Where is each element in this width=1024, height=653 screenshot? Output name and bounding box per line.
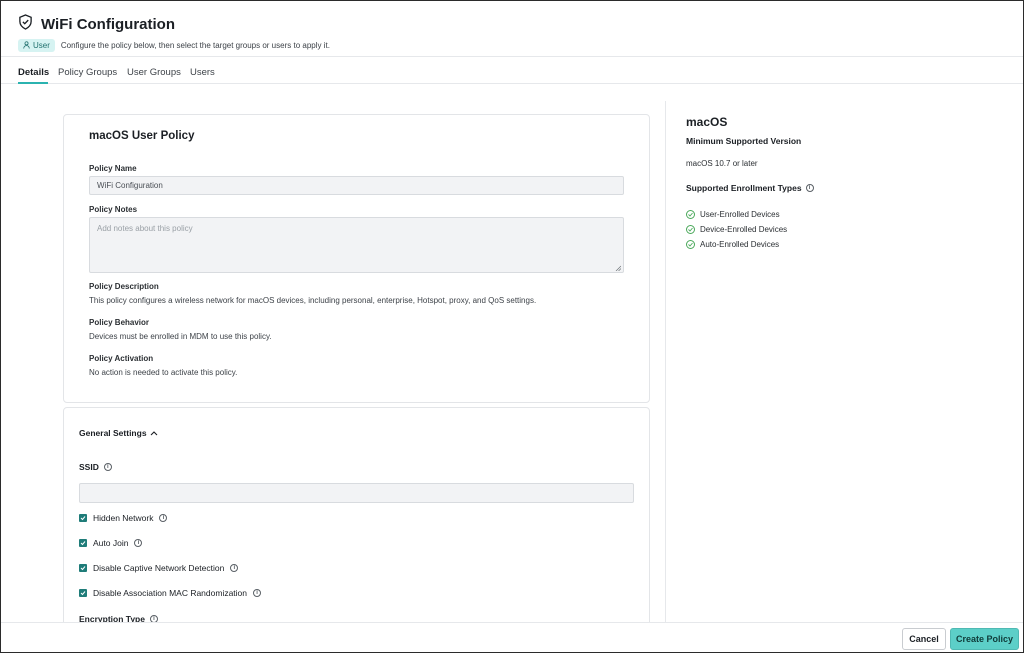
captive-network-row[interactable]: Disable Captive Network Detection i <box>79 563 239 573</box>
policy-activation-label: Policy Activation <box>89 354 154 363</box>
general-settings-title: General Settings <box>79 428 147 438</box>
tab-users[interactable]: Users <box>190 67 215 78</box>
enrollment-type-label: Device-Enrolled Devices <box>700 225 788 234</box>
card-title: macOS User Policy <box>89 130 195 142</box>
mac-randomization-label: Disable Association MAC Randomization <box>93 588 248 598</box>
policy-name-input[interactable]: WiFi Configuration <box>89 176 624 195</box>
subtitle-row: User Configure the policy below, then se… <box>18 39 330 52</box>
main-content[interactable]: macOS User Policy Policy Name WiFi Confi… <box>1 84 665 622</box>
policy-name-value: WiFi Configuration <box>97 181 163 190</box>
page-title: WiFi Configuration <box>41 16 176 33</box>
general-settings-toggle[interactable]: General Settings <box>79 428 158 438</box>
title-row: WiFi Configuration <box>18 14 175 35</box>
mac-randomization-checkbox[interactable] <box>79 589 87 597</box>
enrollment-type-item: Device-Enrolled Devices <box>686 225 787 234</box>
user-badge: User <box>18 39 55 52</box>
enrollment-types-label-row: Supported Enrollment Types i <box>686 183 814 193</box>
mac-randomization-row[interactable]: Disable Association MAC Randomization i <box>79 588 262 598</box>
policy-description-text: This policy configures a wireless networ… <box>89 296 537 305</box>
min-version-value: macOS 10.7 or later <box>686 159 758 168</box>
ssid-label-row: SSID i <box>79 462 112 472</box>
enrollment-type-label: User-Enrolled Devices <box>700 210 780 219</box>
min-version-label: Minimum Supported Version <box>686 136 802 146</box>
policy-notes-textarea[interactable]: Add notes about this policy <box>89 217 624 273</box>
info-icon[interactable]: i <box>149 615 158 622</box>
hidden-network-checkbox[interactable] <box>79 514 87 522</box>
policy-behavior-text: Devices must be enrolled in MDM to use t… <box>89 332 272 341</box>
info-icon[interactable]: i <box>134 539 143 547</box>
page-subtitle: Configure the policy below, then select … <box>60 41 330 50</box>
encryption-label-row: Encryption Type i <box>79 614 158 622</box>
app-window: WiFi Configuration User Configure the po… <box>0 0 1024 653</box>
hidden-network-row[interactable]: Hidden Network i <box>79 513 168 523</box>
info-icon[interactable]: i <box>230 564 239 572</box>
policy-name-label: Policy Name <box>89 164 137 173</box>
tab-bar: Details Policy Groups User Groups Users <box>1 58 1023 84</box>
captive-network-label: Disable Captive Network Detection <box>93 563 225 573</box>
platform-title: macOS <box>686 115 728 129</box>
tab-details[interactable]: Details <box>18 67 49 78</box>
shield-check-icon <box>18 14 33 35</box>
cancel-button[interactable]: Cancel <box>902 628 946 650</box>
info-icon[interactable]: i <box>805 184 814 192</box>
policy-description-label: Policy Description <box>89 282 159 291</box>
encryption-label: Encryption Type <box>79 614 145 622</box>
auto-join-label: Auto Join <box>93 538 129 548</box>
check-circle-icon <box>686 240 695 249</box>
general-settings-card: General Settings SSID i Hidden Network i… <box>63 407 650 622</box>
policy-behavior-label: Policy Behavior <box>89 318 150 327</box>
ssid-input[interactable] <box>79 483 634 503</box>
badge-label: User <box>33 41 50 50</box>
policy-notes-label: Policy Notes <box>89 205 138 214</box>
tab-policy-groups[interactable]: Policy Groups <box>58 67 117 78</box>
user-icon <box>23 40 30 51</box>
check-circle-icon <box>686 225 695 234</box>
resize-grip-icon[interactable] <box>615 264 622 272</box>
ssid-label: SSID <box>79 462 99 472</box>
enrollment-types-label: Supported Enrollment Types <box>686 183 802 193</box>
policy-info-card: macOS User Policy Policy Name WiFi Confi… <box>63 114 650 403</box>
captive-network-checkbox[interactable] <box>79 564 87 572</box>
info-icon[interactable]: i <box>253 589 262 597</box>
chevron-up-icon <box>150 428 158 438</box>
auto-join-checkbox[interactable] <box>79 539 87 547</box>
check-circle-icon <box>686 210 695 219</box>
enrollment-type-item: User-Enrolled Devices <box>686 210 780 219</box>
info-icon[interactable]: i <box>159 514 168 522</box>
auto-join-row[interactable]: Auto Join i <box>79 538 143 548</box>
panel-divider <box>665 101 666 622</box>
page-header: WiFi Configuration User Configure the po… <box>1 1 1023 57</box>
policy-activation-text: No action is needed to activate this pol… <box>89 368 238 377</box>
enrollment-type-label: Auto-Enrolled Devices <box>700 240 780 249</box>
footer-bar: Cancel Create Policy <box>1 622 1023 652</box>
enrollment-type-item: Auto-Enrolled Devices <box>686 240 779 249</box>
policy-notes-placeholder: Add notes about this policy <box>97 224 193 233</box>
hidden-network-label: Hidden Network <box>93 513 154 523</box>
create-policy-button[interactable]: Create Policy <box>950 628 1019 650</box>
info-icon[interactable]: i <box>103 463 112 471</box>
tab-user-groups[interactable]: User Groups <box>127 67 181 78</box>
